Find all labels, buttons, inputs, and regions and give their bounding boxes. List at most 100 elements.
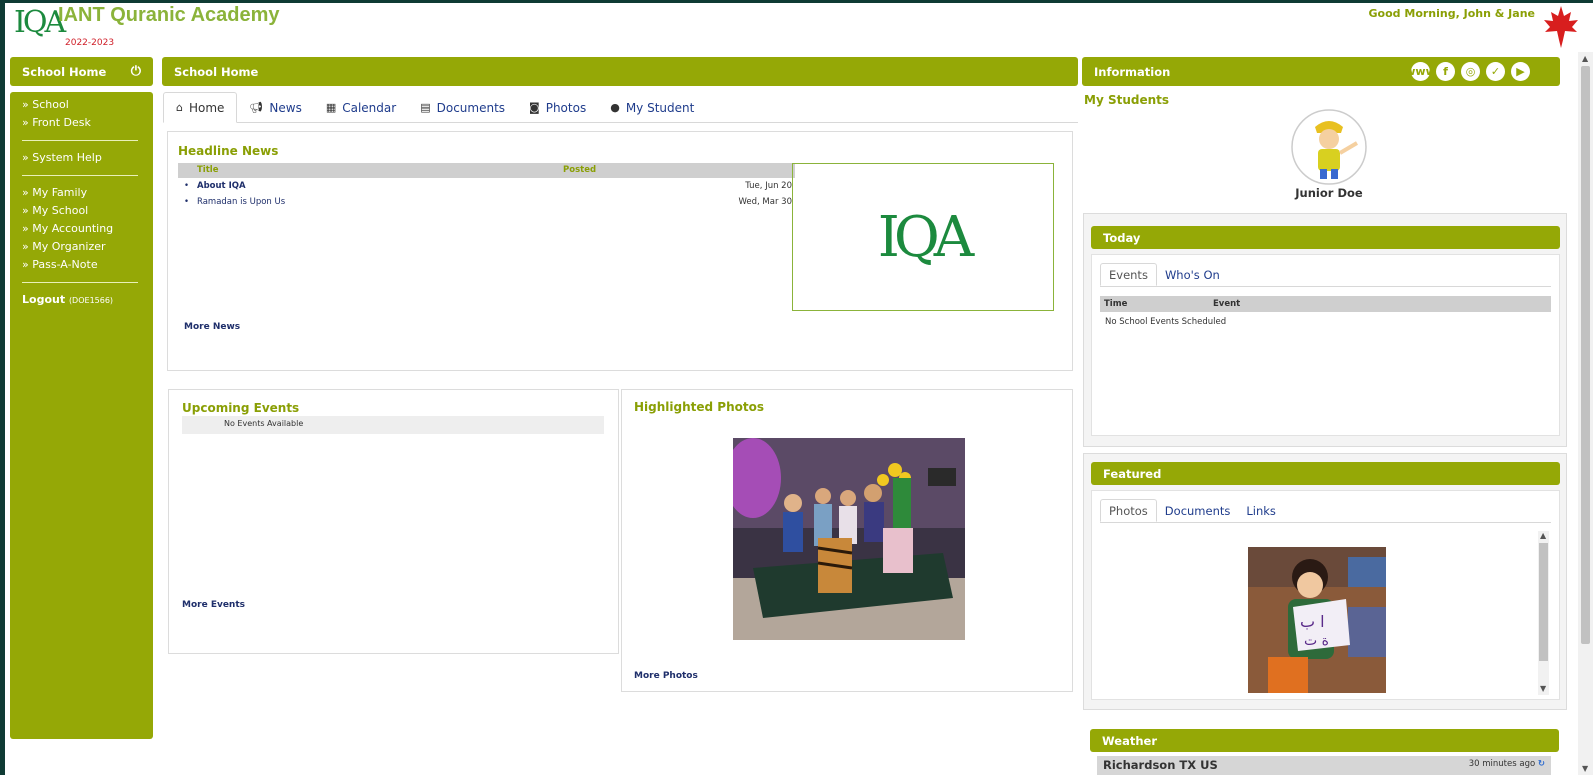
main-title: School Home: [174, 64, 259, 79]
tab-calendar[interactable]: ▦ Calendar: [314, 92, 408, 123]
sidebar-item-my-organizer[interactable]: » My Organizer: [22, 238, 141, 256]
page-scrollbar[interactable]: ▲ ▼: [1578, 52, 1593, 775]
featured-title: Featured: [1103, 466, 1162, 481]
col-posted: Posted: [563, 165, 597, 175]
greeting: Good Morning, John & Jane: [1368, 7, 1535, 20]
tab-documents[interactable]: ▤ Documents: [408, 92, 517, 123]
weather-title: Weather: [1102, 733, 1157, 748]
tab-my-student[interactable]: ● My Student: [598, 92, 706, 123]
table-row: • About IQA Tue, Jun 20: [178, 178, 795, 194]
highlighted-photo[interactable]: [733, 438, 965, 640]
featured-header: Featured: [1091, 462, 1560, 485]
news-link[interactable]: Ramadan is Upon Us: [197, 197, 285, 207]
weather-location-row: Richardson TX US 30 minutes ago ↻: [1097, 756, 1551, 775]
featured-tabs: Photos Documents Links: [1100, 499, 1551, 523]
tab-label: Calendar: [342, 100, 397, 115]
tab-label: My Student: [625, 100, 695, 115]
headline-news-panel: Headline News Title Posted • About IQA T…: [167, 131, 1073, 371]
document-icon: ▤: [420, 101, 431, 114]
today-panel: Today Events Who's On Time Event No Scho…: [1083, 213, 1567, 447]
today-header: Today: [1091, 226, 1560, 249]
bullet: •: [184, 181, 190, 191]
more-photos-link[interactable]: More Photos: [634, 671, 698, 681]
power-icon[interactable]: ⏻: [131, 64, 141, 79]
logout-link[interactable]: Logout (DOE1566): [22, 291, 141, 309]
more-news-link[interactable]: More News: [184, 322, 240, 332]
col-title: Title: [197, 165, 219, 175]
weather-location: Richardson TX US: [1103, 758, 1218, 772]
upcoming-events-panel: Upcoming Events No Events Available More…: [168, 389, 619, 654]
tab-featured-links[interactable]: Links: [1238, 499, 1284, 522]
sidebar-item-my-accounting[interactable]: » My Accounting: [22, 220, 141, 238]
tab-label: News: [269, 100, 302, 115]
upcoming-events-title: Upcoming Events: [182, 401, 300, 415]
tab-label: Documents: [436, 100, 506, 115]
user-icon: ●: [610, 101, 620, 114]
featured-photo[interactable]: ا ب ة ت: [1248, 547, 1386, 693]
weather-updated-text: 30 minutes ago: [1468, 759, 1536, 769]
news-image[interactable]: IQA: [792, 163, 1054, 311]
bullet: •: [184, 197, 190, 207]
logout-user: (DOE1566): [68, 296, 114, 305]
table-row: • Ramadan is Upon Us Wed, Mar 30: [178, 194, 795, 210]
news-table: Title Posted • About IQA Tue, Jun 20 • R…: [178, 163, 795, 210]
scroll-up-icon[interactable]: ▲: [1540, 531, 1546, 540]
col-event: Event: [1213, 299, 1241, 309]
news-date: Wed, Mar 30: [738, 197, 793, 207]
sidebar-item-pass-a-note[interactable]: » Pass-A-Note: [22, 256, 141, 274]
tab-photos[interactable]: ◙ Photos: [517, 92, 598, 123]
scroll-down-icon[interactable]: ▼: [1582, 764, 1588, 773]
sidebar-divider: [22, 175, 138, 176]
news-table-header: Title Posted: [178, 163, 795, 178]
refresh-icon[interactable]: ↻: [1538, 759, 1545, 769]
tab-home[interactable]: ⌂ Home: [163, 92, 238, 123]
featured-scroll-thumb[interactable]: [1539, 543, 1548, 661]
page-scroll-thumb[interactable]: [1581, 66, 1590, 644]
tab-featured-documents[interactable]: Documents: [1157, 499, 1239, 522]
information-header: Information www f ◎ ✓ ▶: [1082, 57, 1560, 86]
today-tabs: Events Who's On: [1100, 263, 1551, 287]
today-title: Today: [1103, 230, 1141, 245]
featured-scrollbar[interactable]: ▲ ▼: [1538, 531, 1549, 695]
tab-news[interactable]: 📢︎ News: [237, 92, 313, 123]
highlighted-photos-title: Highlighted Photos: [634, 400, 764, 414]
iqa-logo[interactable]: IQA: [14, 4, 66, 42]
iqa-logo-image: IQA: [877, 204, 975, 270]
sidebar-divider: [22, 140, 138, 141]
twitter-icon[interactable]: ✓: [1486, 62, 1505, 81]
scroll-up-icon[interactable]: ▲: [1582, 54, 1588, 63]
news-link[interactable]: About IQA: [197, 181, 246, 191]
instagram-icon[interactable]: ◎: [1461, 62, 1480, 81]
sidebar: » School » Front Desk » System Help » My…: [10, 92, 153, 739]
student-name[interactable]: Junior Doe: [1260, 186, 1398, 200]
more-events-link[interactable]: More Events: [182, 600, 245, 610]
social-icons: www f ◎ ✓ ▶: [1405, 57, 1530, 86]
sidebar-title: School Home: [22, 64, 107, 79]
sidebar-item-system-help[interactable]: » System Help: [22, 149, 141, 167]
sidebar-item-my-family[interactable]: » My Family: [22, 184, 141, 202]
tab-featured-photos[interactable]: Photos: [1100, 499, 1157, 522]
sidebar-header: School Home ⏻: [10, 57, 153, 86]
sidebar-item-front-desk[interactable]: » Front Desk: [22, 114, 141, 132]
web-icon[interactable]: www: [1405, 62, 1436, 81]
svg-text:ا ب: ا ب: [1300, 612, 1325, 631]
scroll-down-icon[interactable]: ▼: [1540, 684, 1546, 693]
main-tabs: ⌂ Home 📢︎ News ▦ Calendar ▤ Documents ◙ Photo…: [163, 92, 1078, 123]
featured-body: Photos Documents Links ا ب ة ت ▲ ▼: [1091, 490, 1560, 700]
headline-news-title: Headline News: [178, 144, 279, 158]
col-time: Time: [1104, 299, 1128, 309]
tab-whos-on[interactable]: Who's On: [1157, 263, 1228, 286]
main-header: School Home: [162, 57, 1078, 86]
today-empty-text: No School Events Scheduled: [1105, 317, 1227, 327]
youtube-icon[interactable]: ▶: [1511, 62, 1530, 81]
sidebar-item-my-school[interactable]: » My School: [22, 202, 141, 220]
maple-leaf-icon: [1544, 6, 1578, 48]
tab-events[interactable]: Events: [1100, 263, 1157, 286]
weather-header: Weather: [1090, 729, 1559, 752]
today-table-header: Time Event: [1100, 296, 1551, 312]
student-avatar[interactable]: [1291, 109, 1367, 185]
information-title: Information: [1094, 64, 1171, 79]
facebook-icon[interactable]: f: [1436, 62, 1455, 81]
sidebar-item-school[interactable]: » School: [22, 96, 141, 114]
highlighted-photos-panel: Highlighted Photos More Photos: [621, 389, 1073, 692]
